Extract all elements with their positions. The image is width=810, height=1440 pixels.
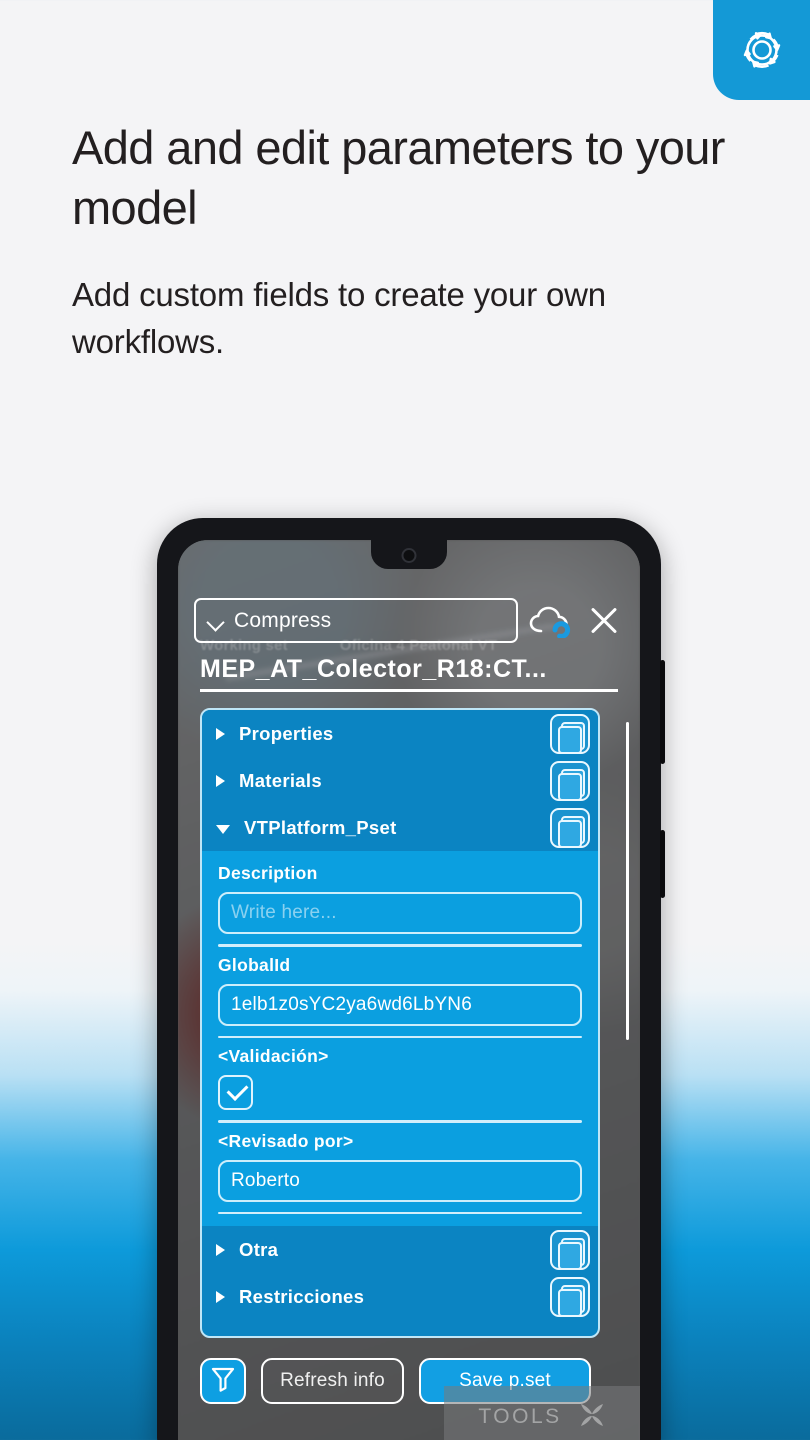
chevron-down-icon bbox=[208, 616, 224, 625]
filter-button[interactable] bbox=[200, 1358, 246, 1404]
filter-funnel-icon bbox=[211, 1366, 235, 1397]
group-label: Otra bbox=[239, 1238, 279, 1260]
phone-screen: Working set Oficina 4 Peatonal VT Compre… bbox=[178, 540, 640, 1440]
field-revisado-por: <Revisado por> Roberto bbox=[218, 1125, 582, 1214]
field-divider bbox=[218, 1211, 582, 1214]
compress-label: Compress bbox=[234, 608, 332, 632]
field-label: GlobalId bbox=[218, 954, 291, 975]
panel-scrollbar[interactable] bbox=[625, 722, 629, 1040]
phone-power-button bbox=[660, 830, 665, 898]
refresh-info-button[interactable]: Refresh info bbox=[261, 1358, 404, 1404]
copy-icon[interactable] bbox=[550, 1229, 590, 1270]
triangle-down-icon bbox=[216, 824, 230, 834]
phone-notch bbox=[371, 540, 447, 569]
group-label: VTPlatform_Pset bbox=[244, 816, 397, 838]
cloud-sync-icon[interactable] bbox=[528, 604, 574, 639]
field-divider bbox=[218, 1120, 582, 1123]
document-title: MEP_AT_Colector_R18:CT... bbox=[200, 655, 618, 692]
front-camera-icon bbox=[401, 548, 417, 563]
brand-logo bbox=[713, 0, 810, 100]
globalid-input[interactable]: 1elb1z0sYC2ya6wd6LbYN6 bbox=[218, 983, 582, 1026]
tools-cross-icon bbox=[578, 1401, 606, 1434]
copy-icon[interactable] bbox=[550, 713, 590, 754]
pset-fields: Description Write here... GlobalId 1elb1… bbox=[202, 851, 598, 1226]
group-row-otra[interactable]: Otra bbox=[202, 1226, 598, 1273]
close-icon[interactable] bbox=[584, 601, 624, 641]
page-title: Add and edit parameters to your model bbox=[72, 121, 725, 234]
field-globalid: GlobalId 1elb1z0sYC2ya6wd6LbYN6 bbox=[218, 949, 582, 1038]
field-divider bbox=[218, 944, 582, 947]
tools-label: TOOLS bbox=[478, 1405, 562, 1428]
group-label: Materials bbox=[239, 769, 322, 791]
screen-topbar: Compress bbox=[194, 598, 624, 643]
phone-mockup: Working set Oficina 4 Peatonal VT Compre… bbox=[157, 518, 665, 1440]
compress-dropdown[interactable]: Compress bbox=[194, 598, 518, 643]
target-rings-icon bbox=[734, 22, 790, 78]
field-label: <Revisado por> bbox=[218, 1130, 354, 1151]
group-label: Restricciones bbox=[239, 1285, 365, 1307]
properties-panel: Properties Materials VTPlatform_Pset Des… bbox=[200, 708, 600, 1338]
group-row-restricciones[interactable]: Restricciones bbox=[202, 1273, 598, 1320]
revisado-por-input[interactable]: Roberto bbox=[218, 1159, 582, 1202]
triangle-right-icon bbox=[216, 1290, 225, 1303]
field-divider bbox=[218, 1035, 582, 1038]
triangle-right-icon bbox=[216, 1243, 225, 1256]
triangle-right-icon bbox=[216, 774, 225, 787]
triangle-right-icon bbox=[216, 727, 225, 740]
description-input[interactable]: Write here... bbox=[218, 892, 582, 934]
copy-icon[interactable] bbox=[550, 760, 590, 801]
copy-icon[interactable] bbox=[550, 807, 590, 848]
group-row-properties[interactable]: Properties bbox=[202, 710, 598, 757]
validacion-checkbox[interactable] bbox=[218, 1075, 253, 1110]
field-label: <Validación> bbox=[218, 1046, 329, 1066]
group-row-vtplatform-pset[interactable]: VTPlatform_Pset bbox=[202, 804, 598, 851]
phone-volume-button bbox=[660, 660, 665, 764]
copy-icon[interactable] bbox=[550, 1276, 590, 1317]
group-row-materials[interactable]: Materials bbox=[202, 757, 598, 804]
field-label: Description bbox=[218, 863, 318, 883]
page-subtitle: Add custom fields to create your own wor… bbox=[72, 276, 606, 360]
field-description: Description Write here... bbox=[218, 857, 582, 947]
group-label: Properties bbox=[239, 722, 334, 744]
tools-strip[interactable]: TOOLS bbox=[444, 1386, 640, 1440]
field-validacion: <Validación> bbox=[218, 1040, 582, 1123]
